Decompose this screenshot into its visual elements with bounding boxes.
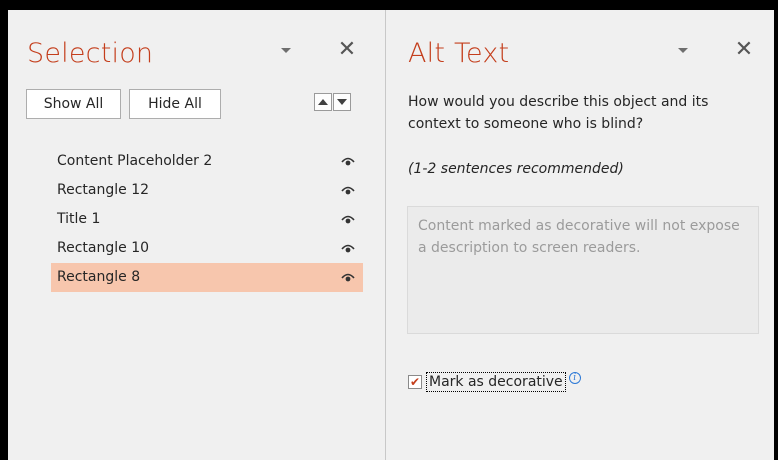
- checkmark-icon: ✔: [409, 375, 421, 389]
- alt-text-pane-title: Alt Text: [408, 38, 510, 69]
- down-arrow-icon: [337, 99, 347, 105]
- selection-list-item[interactable]: Rectangle 12: [51, 176, 363, 205]
- close-icon: ✕: [337, 37, 357, 62]
- alt-text-options-button[interactable]: [673, 40, 693, 60]
- visibility-eye-icon[interactable]: [341, 184, 355, 196]
- info-icon[interactable]: i: [568, 372, 581, 384]
- selection-item-label: Rectangle 8: [57, 269, 141, 285]
- alt-text-pane: Alt Text ✕ How would you describe this o…: [386, 10, 774, 460]
- visibility-eye-icon[interactable]: [341, 213, 355, 225]
- visibility-eye-icon[interactable]: [341, 271, 355, 283]
- alt-text-hint: (1-2 sentences recommended): [408, 161, 624, 177]
- selection-item-label: Title 1: [57, 211, 101, 227]
- visibility-eye-icon[interactable]: [341, 155, 355, 167]
- mark-decorative-label[interactable]: Mark as decorative: [426, 372, 566, 392]
- selection-pane-title: Selection: [27, 38, 154, 69]
- mark-decorative-checkbox[interactable]: ✔: [408, 375, 422, 389]
- up-arrow-icon: [318, 99, 328, 105]
- send-backward-button[interactable]: [333, 93, 351, 111]
- visibility-eye-icon[interactable]: [341, 242, 355, 254]
- selection-list-item[interactable]: Rectangle 8: [51, 263, 363, 292]
- selection-pane-close-button[interactable]: ✕: [337, 37, 357, 62]
- description-textarea[interactable]: Content marked as decorative will not ex…: [407, 206, 759, 334]
- selection-list-item[interactable]: Content Placeholder 2: [51, 147, 363, 176]
- hide-all-button[interactable]: Hide All: [129, 89, 221, 119]
- selection-item-label: Content Placeholder 2: [57, 153, 213, 169]
- task-pane-frame: Selection ✕ Show All Hide All Content Pl…: [8, 10, 774, 460]
- close-icon: ✕: [734, 37, 754, 62]
- selection-item-label: Rectangle 12: [57, 182, 150, 198]
- selection-pane-options-button[interactable]: [276, 40, 296, 60]
- selection-pane: Selection ✕ Show All Hide All Content Pl…: [8, 10, 386, 460]
- selection-list: Content Placeholder 2 Rectangle 12 Title 1…: [51, 147, 363, 292]
- bring-forward-button[interactable]: [314, 93, 332, 111]
- chevron-down-icon: [281, 47, 291, 53]
- selection-list-item[interactable]: Rectangle 10: [51, 234, 363, 263]
- selection-list-item[interactable]: Title 1: [51, 205, 363, 234]
- mark-decorative-row[interactable]: ✔ Mark as decorative i: [408, 372, 581, 392]
- alt-text-prompt: How would you describe this object and i…: [408, 94, 709, 132]
- alt-text-close-button[interactable]: ✕: [734, 37, 754, 62]
- chevron-down-icon: [678, 47, 688, 53]
- show-all-button[interactable]: Show All: [26, 89, 121, 119]
- selection-item-label: Rectangle 10: [57, 240, 150, 256]
